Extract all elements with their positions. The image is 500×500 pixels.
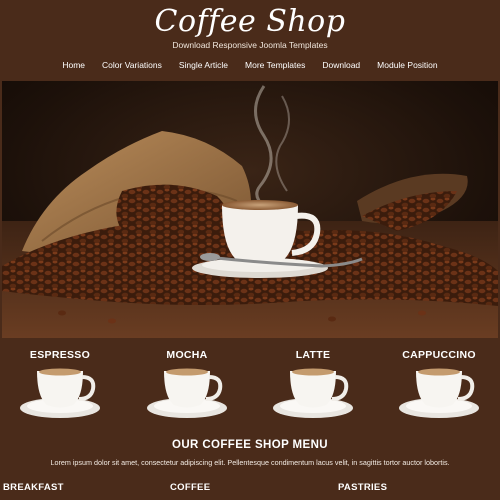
nav-item-single-article[interactable]: Single Article <box>170 58 236 74</box>
product-name: LATTE <box>295 349 331 361</box>
product-name: MOCHA <box>166 349 208 361</box>
nav-item-more-templates[interactable]: More Templates <box>237 58 314 74</box>
nav-item-home[interactable]: Home <box>54 58 94 74</box>
coffee-cup-icon <box>399 368 479 418</box>
nav-item-module-position[interactable]: Module Position <box>369 58 446 74</box>
product-mocha[interactable]: MOCHA <box>132 343 242 433</box>
product-espresso[interactable]: ESPRESSO <box>5 343 115 433</box>
site-logo[interactable]: Coffee Shop <box>0 4 500 39</box>
product-latte[interactable]: LATTE <box>258 343 368 433</box>
product-name: ESPRESSO <box>29 349 91 361</box>
nav-item-download[interactable]: Download <box>314 58 369 74</box>
site-header: Coffee Shop Download Responsive Joomla T… <box>0 0 500 80</box>
category-coffee[interactable]: COFFEE <box>170 482 210 493</box>
nav-item-color-variations[interactable]: Color Variations <box>94 58 171 74</box>
main-nav: Home Color Variations Single Article Mor… <box>0 58 500 74</box>
menu-section-title: OUR COFFEE SHOP MENU <box>171 439 329 451</box>
product-cappuccino[interactable]: CAPPUCCINO <box>384 343 494 433</box>
category-pastries[interactable]: PASTRIES <box>338 482 387 493</box>
category-breakfast[interactable]: BREAKFAST <box>3 482 64 493</box>
hero-coffee-image <box>2 81 498 338</box>
menu-section-text: Lorem ipsum dolor sit amet, consectetur … <box>50 458 450 467</box>
coffee-cup-icon <box>273 368 353 418</box>
site-tagline: Download Responsive Joomla Templates <box>172 40 328 50</box>
product-list: ESPRESSO MOCHA LATTE CAPPUCCINO <box>0 343 500 433</box>
coffee-cup-icon <box>147 368 227 418</box>
product-name: CAPPUCCINO <box>402 349 476 361</box>
coffee-cup-icon <box>20 368 100 418</box>
hero-banner <box>2 81 498 338</box>
